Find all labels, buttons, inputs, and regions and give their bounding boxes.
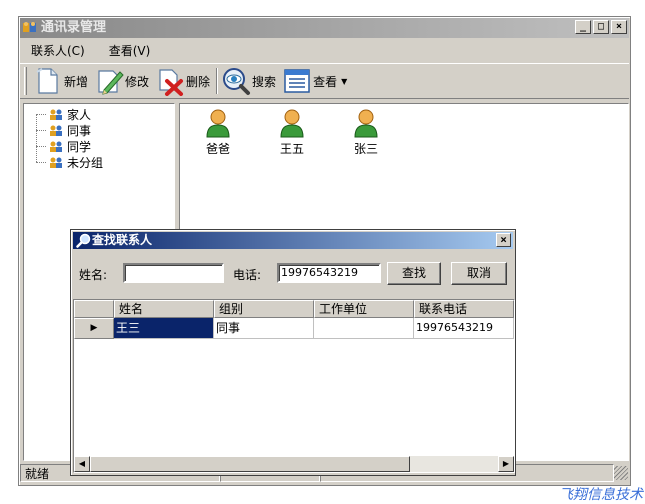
group-icon — [50, 125, 62, 136]
cell-company[interactable] — [314, 318, 414, 339]
scroll-left-icon[interactable]: ◀ — [74, 456, 90, 472]
find-button[interactable]: 查找 — [387, 262, 441, 285]
add-label: 新增 — [64, 74, 89, 89]
tree-item-family[interactable]: 家人 — [36, 106, 91, 123]
row-indicator-icon[interactable]: ▶ — [74, 318, 114, 339]
row-header-corner — [74, 300, 114, 318]
results-grid: 姓名 组别 工作单位 联系电话 ▶ 王三 同事 19976543219 ◀ ▶ — [73, 299, 515, 473]
view-label: 查看 — [313, 74, 338, 89]
edit-label: 修改 — [125, 74, 150, 89]
tree-item-label: 同事 — [67, 124, 92, 138]
tree-item-label: 家人 — [67, 108, 92, 122]
toolbar: 新增 修改 删除 搜索 查看 ▼ — [20, 63, 629, 99]
cancel-button[interactable]: 取消 — [451, 262, 507, 285]
new-document-icon — [36, 68, 58, 94]
grid-header: 姓名 组别 工作单位 联系电话 — [74, 300, 514, 318]
close-button[interactable]: × — [611, 20, 627, 34]
add-button[interactable]: 新增 — [33, 66, 88, 96]
window-title: 通讯录管理 — [41, 20, 107, 35]
scroll-right-icon[interactable]: ▶ — [498, 456, 514, 472]
maximize-button[interactable]: □ — [593, 20, 609, 34]
contact-item[interactable]: 爸爸 — [198, 108, 238, 157]
delete-x-icon — [159, 69, 184, 96]
contact-item[interactable]: 王五 — [272, 108, 312, 157]
tree-item-ungrouped[interactable]: 未分组 — [36, 154, 103, 171]
group-icon — [50, 109, 62, 120]
delete-label: 删除 — [186, 74, 211, 89]
contact-person-icon — [354, 109, 378, 138]
contact-name: 张三 — [353, 142, 378, 156]
contact-person-icon — [206, 109, 230, 138]
minimize-button[interactable]: _ — [575, 20, 591, 34]
column-header-group[interactable]: 组别 — [214, 300, 314, 318]
cell-phone[interactable]: 19976543219 — [414, 318, 514, 339]
tree-item-classmates[interactable]: 同学 — [36, 138, 91, 155]
horizontal-scrollbar[interactable]: ◀ ▶ — [74, 456, 514, 472]
edit-pencil-icon — [98, 70, 124, 95]
menu-contacts[interactable]: 联系人(C) — [28, 40, 88, 61]
menu-bar: 联系人(C) 查看(V) — [20, 39, 629, 61]
tree-item-colleagues[interactable]: 同事 — [36, 122, 91, 139]
toolbar-grip[interactable] — [24, 67, 27, 95]
name-input[interactable] — [123, 263, 224, 283]
phone-input[interactable]: 19976543219 — [277, 263, 381, 283]
phone-label: 电话: — [233, 268, 262, 282]
column-header-company[interactable]: 工作单位 — [314, 300, 414, 318]
cell-name[interactable]: 王三 — [114, 318, 214, 339]
chevron-down-icon[interactable]: ▼ — [341, 77, 347, 86]
contact-person-icon — [280, 109, 304, 138]
title-bar: 通讯录管理 _ □ × — [20, 18, 629, 38]
toolbar-separator — [216, 68, 219, 94]
search-eye-icon — [223, 68, 251, 95]
contact-item[interactable]: 张三 — [346, 108, 386, 157]
table-row[interactable]: ▶ 王三 同事 19976543219 — [74, 318, 514, 339]
dialog-title-bar: 查找联系人 × — [73, 232, 513, 249]
column-header-name[interactable]: 姓名 — [114, 300, 214, 318]
view-list-icon — [284, 69, 310, 93]
scroll-thumb[interactable] — [90, 456, 410, 472]
find-contact-dialog: 查找联系人 × 姓名: 电话: 19976543219 查找 取消 姓名 组别 … — [70, 229, 516, 476]
contact-name: 爸爸 — [205, 142, 230, 156]
dialog-close-button[interactable]: × — [496, 233, 511, 247]
group-icon — [50, 157, 62, 168]
delete-button[interactable]: 删除 — [155, 66, 210, 96]
tree-item-label: 同学 — [67, 140, 92, 154]
view-button[interactable]: 查看 ▼ — [282, 66, 347, 96]
cell-group[interactable]: 同事 — [214, 318, 314, 339]
watermark: 飞翔信息技术 — [559, 487, 643, 503]
contact-name: 王五 — [279, 142, 304, 156]
app-icon — [23, 22, 36, 32]
search-button[interactable]: 搜索 — [221, 66, 276, 96]
column-header-phone[interactable]: 联系电话 — [414, 300, 514, 318]
resize-grip-icon[interactable] — [614, 466, 628, 480]
group-icon — [50, 141, 62, 152]
edit-button[interactable]: 修改 — [94, 66, 149, 96]
menu-view[interactable]: 查看(V) — [106, 40, 154, 61]
search-label: 搜索 — [252, 74, 277, 89]
name-label: 姓名: — [79, 268, 108, 282]
dialog-title: 查找联系人 — [92, 233, 153, 247]
tree-item-label: 未分组 — [67, 156, 104, 170]
magnifier-icon — [76, 233, 91, 248]
